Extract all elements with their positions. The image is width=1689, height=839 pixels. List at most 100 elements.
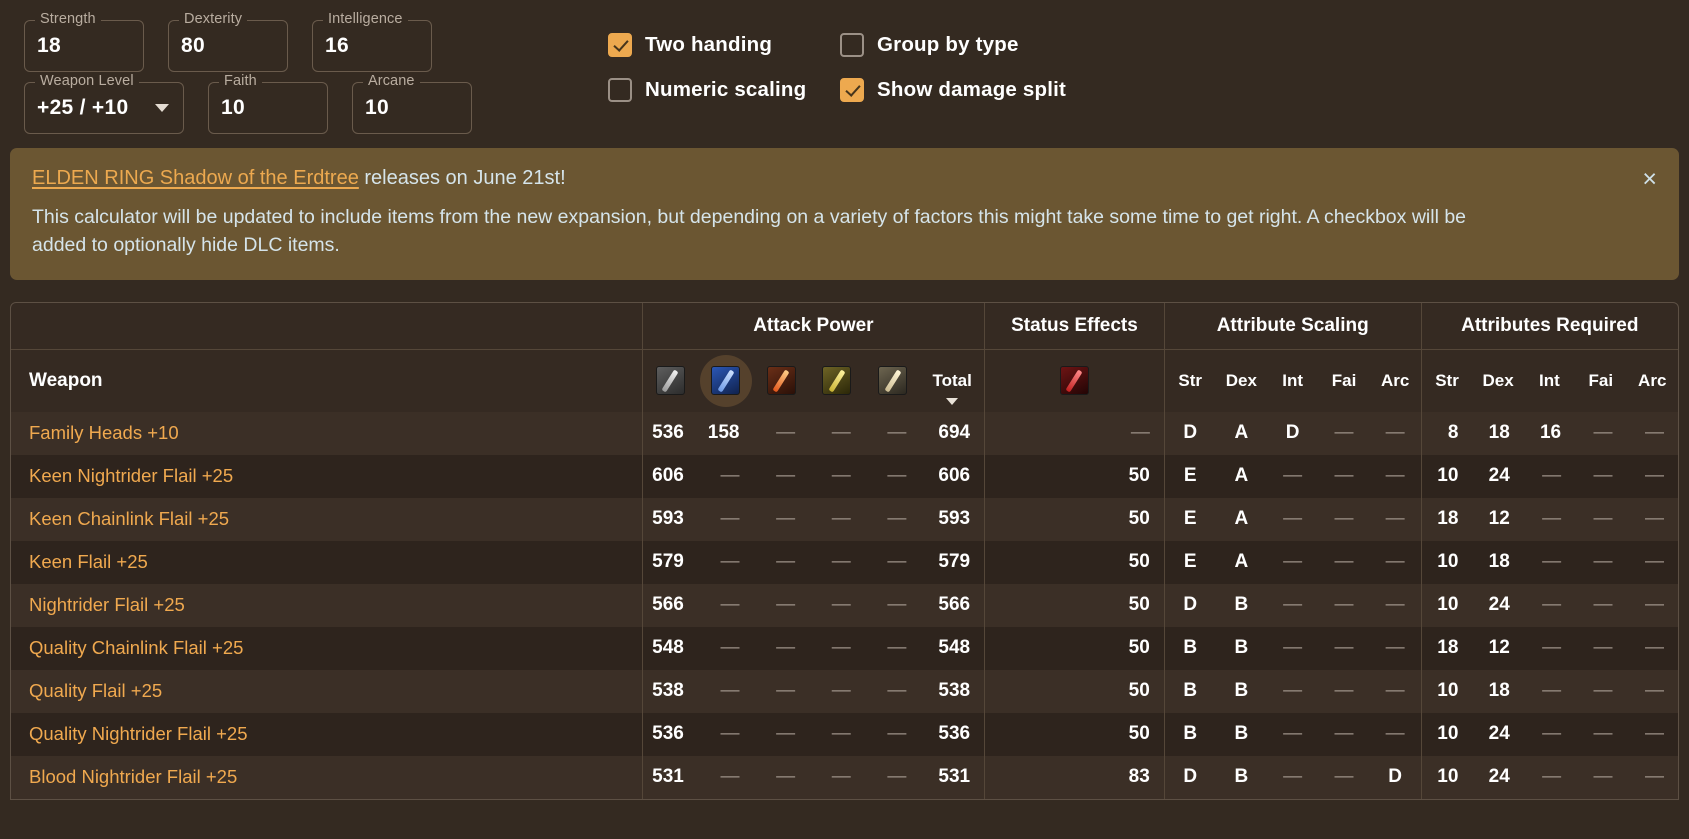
column-header-required-arc[interactable]: Arc	[1626, 350, 1678, 412]
attribute-scaling-grade: —	[1334, 594, 1354, 616]
attribute-scaling-grade: B	[1234, 766, 1249, 788]
attack-power-total: 548	[938, 637, 971, 659]
attack-power-value: —	[887, 551, 907, 573]
column-header-scaling-arc[interactable]: Arc	[1370, 350, 1421, 412]
table-body: Family Heads +10 536 158— — —694— D A D — —8 18 16—…	[11, 411, 1678, 799]
column-header-holy[interactable]	[865, 350, 921, 412]
attack-power-value: —	[887, 422, 907, 444]
weapon-name[interactable]: Nightrider Flail +25	[11, 584, 642, 627]
status-effect-value: —	[984, 411, 1165, 455]
attribute-required-value: —	[1593, 594, 1613, 616]
weapon-name[interactable]: Keen Chainlink Flail +25	[11, 498, 642, 541]
column-header-required-str[interactable]: Str	[1420, 349, 1473, 412]
column-header-scaling-str[interactable]: Str	[1163, 349, 1216, 412]
table-row[interactable]: Quality Flail +25 538— — — —538 50 B B — — —10 18— —…	[11, 669, 1678, 713]
column-header-scaling-dex[interactable]: Dex	[1216, 350, 1267, 412]
status-effect-value: 50	[984, 669, 1165, 713]
intelligence-field[interactable]: Intelligence 16	[312, 12, 432, 72]
close-icon[interactable]: ×	[1642, 167, 1657, 192]
weapon-name[interactable]: Family Heads +10	[11, 412, 642, 455]
column-header-required-dex[interactable]: Dex	[1472, 350, 1523, 412]
attribute-scaling-grade: —	[1334, 637, 1354, 659]
weapon-name[interactable]: Blood Nightrider Flail +25	[11, 756, 642, 799]
faith-field[interactable]: Faith 10	[208, 74, 328, 134]
attribute-required-value: 24	[1488, 723, 1510, 745]
weapon-name[interactable]: Keen Nightrider Flail +25	[11, 455, 642, 498]
attack-power-value: —	[720, 551, 740, 573]
attack-power-value: —	[720, 594, 740, 616]
attribute-required-value: —	[1593, 551, 1613, 573]
table-row[interactable]: Family Heads +10 536 158— — —694— D A D — —8 18 16—…	[11, 411, 1678, 455]
attribute-required-value: 24	[1488, 465, 1510, 487]
banner-title-rest: releases on June 21st!	[358, 167, 566, 189]
arcane-field[interactable]: Arcane 10	[352, 74, 472, 134]
attack-power-value: —	[831, 551, 851, 573]
table-row[interactable]: Keen Flail +25 579— — — —579 50 E A — — —10 18— — —	[11, 540, 1678, 584]
attribute-required-value: —	[1645, 508, 1664, 530]
attribute-required-value: 12	[1488, 637, 1510, 659]
column-header-physical[interactable]	[641, 349, 698, 412]
dexterity-field[interactable]: Dexterity 80	[168, 12, 288, 72]
attack-power-total: 579	[938, 551, 971, 573]
checkbox-checked-icon[interactable]	[840, 77, 864, 102]
weapon-level-label: Weapon Level	[35, 74, 139, 89]
checkbox-group-by-type[interactable]: Group by type	[840, 32, 1066, 57]
holy-damage-icon	[878, 366, 908, 396]
table-row[interactable]: Quality Nightrider Flail +25 536— — — —536 50…	[11, 712, 1678, 756]
banner-dlc-link[interactable]: ELDEN RING Shadow of the Erdtree	[32, 167, 359, 189]
column-header-required-fai[interactable]: Fai	[1575, 350, 1626, 412]
attack-power-value: —	[887, 594, 907, 616]
column-header-scaling-fai[interactable]: Fai	[1318, 350, 1369, 412]
attribute-scaling-grade: B	[1163, 669, 1216, 713]
table-group-header-row: Attack Power Status Effects Attribute Sc…	[11, 302, 1678, 351]
attack-power-value: —	[887, 680, 907, 702]
attribute-required-value: —	[1593, 680, 1613, 702]
weapon-level-select[interactable]: Weapon Level +25 / +10	[24, 74, 184, 134]
intelligence-label: Intelligence	[323, 12, 408, 27]
attribute-scaling-grade: —	[1334, 680, 1354, 702]
attribute-required-value: —	[1542, 551, 1562, 573]
table-row[interactable]: Quality Chainlink Flail +25 548— — — —548 50 B…	[11, 626, 1678, 670]
column-header-bleed-status[interactable]	[984, 349, 1165, 412]
column-header-lightning[interactable]	[809, 350, 865, 412]
attack-power-value: —	[720, 680, 740, 702]
attribute-scaling-grade: —	[1334, 508, 1354, 530]
checkbox-unchecked-icon[interactable]	[608, 77, 632, 102]
attribute-scaling-grade: —	[1385, 594, 1405, 616]
column-header-fire[interactable]	[753, 350, 809, 412]
attribute-required-value: 18	[1488, 422, 1510, 444]
weapon-name[interactable]: Quality Flail +25	[11, 670, 642, 713]
attack-power-value: 531	[641, 755, 698, 799]
attack-power-total: 606	[938, 465, 971, 487]
strength-field[interactable]: Strength 18	[24, 12, 144, 72]
checkbox-two-handing-label: Two handing	[645, 32, 773, 56]
checkbox-checked-icon[interactable]	[608, 32, 632, 57]
table-row[interactable]: Blood Nightrider Flail +25 531— — — —531 83 D B…	[11, 755, 1678, 799]
column-header-scaling-int[interactable]: Int	[1267, 350, 1318, 412]
attack-power-value: —	[720, 723, 740, 745]
weapon-name[interactable]: Quality Chainlink Flail +25	[11, 627, 642, 670]
table-row[interactable]: Keen Chainlink Flail +25 593— — — —593 50 E A — —…	[11, 497, 1678, 541]
column-header-required-int[interactable]: Int	[1524, 350, 1575, 412]
checkbox-unchecked-icon[interactable]	[840, 32, 864, 57]
column-header-weapon[interactable]: Weapon	[11, 350, 642, 412]
attribute-required-value: —	[1542, 508, 1562, 530]
weapon-name[interactable]: Keen Flail +25	[11, 541, 642, 584]
table-row[interactable]: Keen Nightrider Flail +25 606— — — —606 50 E A —…	[11, 454, 1678, 498]
table-row[interactable]: Nightrider Flail +25 566— — — —566 50 D B — — —10 2…	[11, 583, 1678, 627]
checkbox-numeric-scaling[interactable]: Numeric scaling	[608, 77, 840, 102]
checkbox-show-damage-split[interactable]: Show damage split	[840, 77, 1066, 102]
fire-damage-icon	[766, 366, 796, 396]
checkbox-two-handing[interactable]: Two handing	[608, 32, 840, 57]
attack-power-value: —	[720, 465, 740, 487]
attack-power-value: —	[831, 723, 851, 745]
weapon-name[interactable]: Quality Nightrider Flail +25	[11, 713, 642, 756]
attribute-required-value: —	[1593, 465, 1613, 487]
attack-power-value: —	[776, 422, 796, 444]
attribute-required-value: —	[1542, 465, 1562, 487]
column-header-total[interactable]: Total	[920, 350, 984, 412]
status-effect-value: 50	[984, 497, 1165, 541]
column-header-magic[interactable]	[698, 350, 754, 412]
attribute-scaling-grade: A	[1234, 551, 1249, 573]
attribute-required-value: 12	[1488, 508, 1510, 530]
